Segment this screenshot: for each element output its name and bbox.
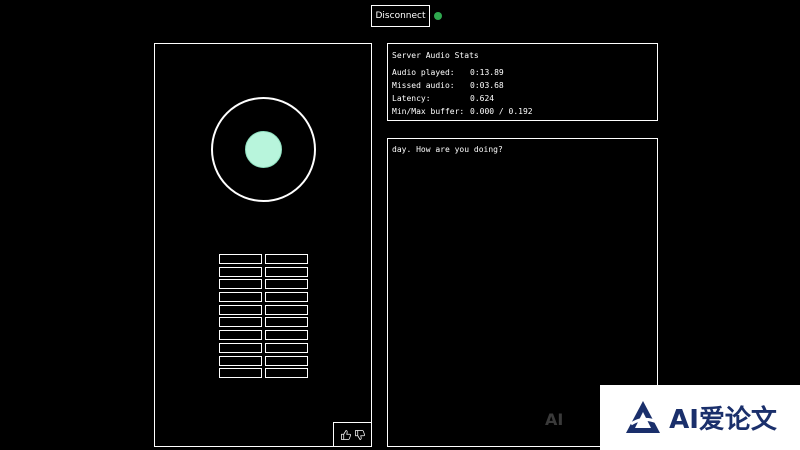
watermark-faint-text: AI (545, 410, 564, 429)
meter-row (219, 292, 309, 303)
meter-row (219, 317, 309, 328)
meter-cell (219, 266, 262, 277)
connection-status-indicator (434, 12, 442, 20)
meter-cell (219, 355, 262, 366)
meter-cell (219, 368, 262, 379)
meter-cell (219, 279, 262, 290)
transcript-text: day. How are you doing? (392, 145, 503, 154)
disconnect-button[interactable]: Disconnect (371, 5, 430, 27)
audio-visualizer-panel (154, 43, 372, 447)
stats-title: Server Audio Stats (392, 51, 479, 60)
meter-cell (219, 304, 262, 315)
thumbs-down-icon[interactable] (354, 429, 366, 441)
stats-row-buffer: Min/Max buffer: 0.000 / 0.192 (392, 107, 533, 116)
stats-row-latency: Latency: 0.624 (392, 94, 495, 103)
stats-row-missed-audio: Missed audio: 0:03.68 (392, 81, 504, 90)
server-audio-stats-panel: Server Audio Stats Audio played: 0:13.89… (387, 43, 658, 121)
meter-cell (219, 292, 262, 303)
meter-row (219, 330, 309, 341)
meter-cell (219, 317, 262, 328)
thumbs-up-icon[interactable] (340, 429, 352, 441)
meter-row (219, 266, 309, 277)
meter-cell (265, 355, 308, 366)
meter-cell (219, 330, 262, 341)
meter-row (219, 342, 309, 353)
watermark-a-icon (626, 400, 661, 433)
meter-cell (265, 266, 308, 277)
meter-cell (265, 330, 308, 341)
audio-ring (211, 97, 316, 202)
meter-cell (265, 292, 308, 303)
audio-level-meters (219, 254, 309, 381)
audio-core-orb (245, 131, 282, 168)
meter-cell (265, 368, 308, 379)
meter-row (219, 368, 309, 379)
meter-cell (219, 342, 262, 353)
meter-cell (265, 317, 308, 328)
stats-row-audio-played: Audio played: 0:13.89 (392, 68, 504, 77)
meter-cell (265, 342, 308, 353)
meter-cell (265, 304, 308, 315)
meter-cell (265, 279, 308, 290)
meter-cell (219, 254, 262, 264)
meter-row (219, 355, 309, 366)
meter-row (219, 279, 309, 290)
watermark-logo: AI爱论文 (600, 385, 800, 450)
watermark-text: AI爱论文 (669, 405, 777, 435)
meter-row (219, 304, 309, 315)
meter-cell (265, 254, 308, 264)
feedback-controls (333, 422, 371, 446)
meter-row (219, 254, 309, 264)
